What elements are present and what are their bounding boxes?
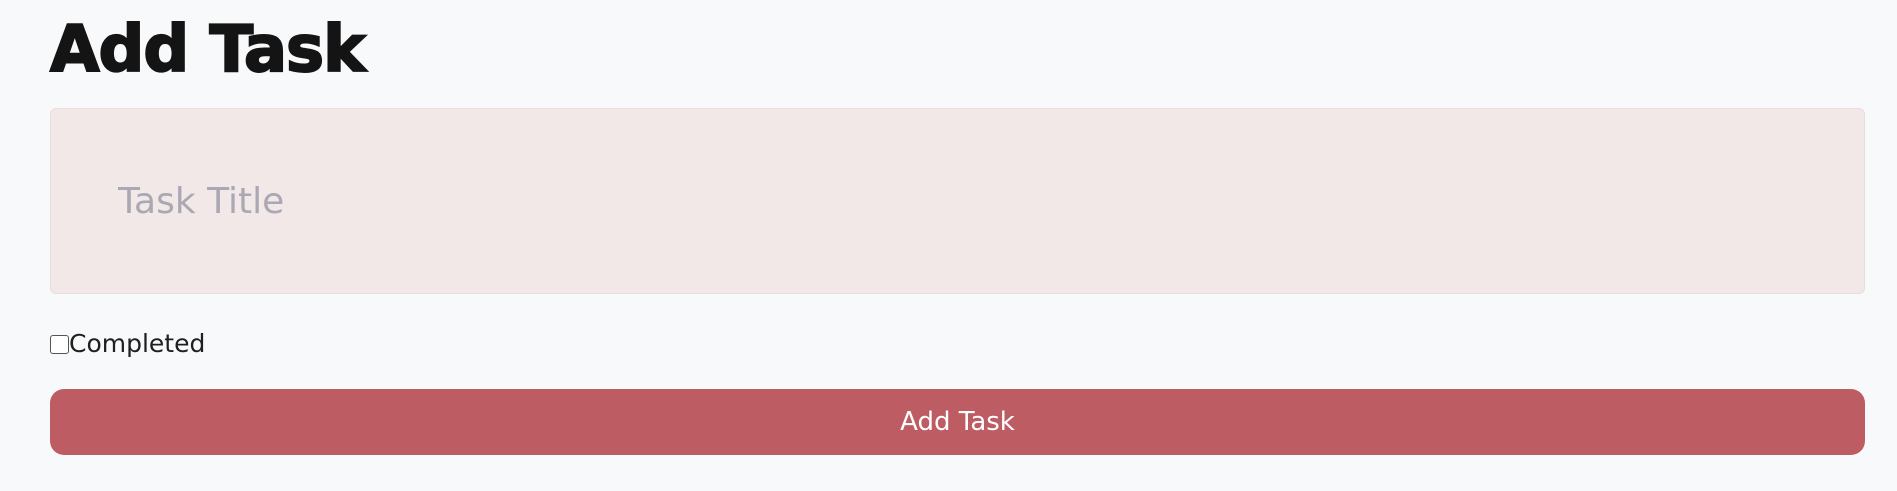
add-task-button[interactable]: Add Task [50,389,1865,455]
completed-label: Completed [69,329,206,358]
add-task-form: Add Task Completed Add Task [49,0,1865,455]
add-task-button-label: Add Task [900,407,1015,437]
completed-checkbox[interactable] [50,334,69,354]
completed-row[interactable]: Completed [50,329,1865,359]
task-title-input[interactable] [50,108,1865,294]
page-title: Add Task [49,13,367,87]
